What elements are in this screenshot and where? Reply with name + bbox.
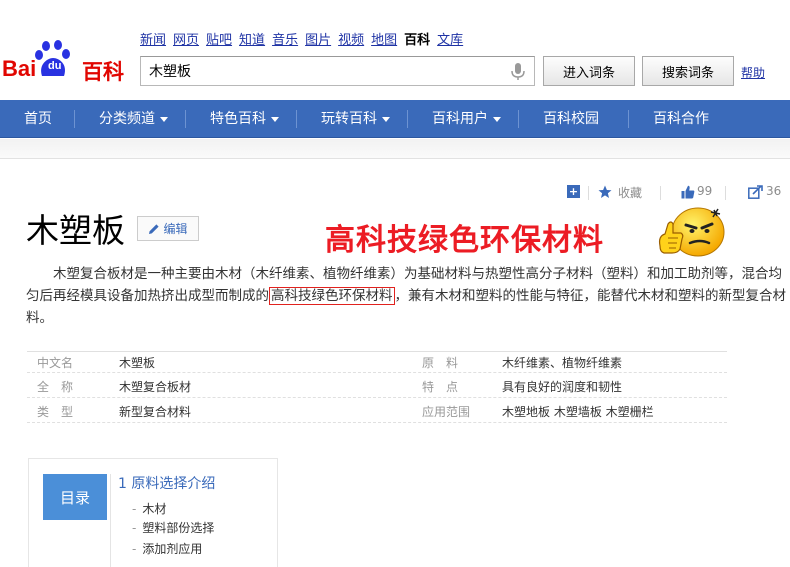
nav-link-zhidao[interactable]: 知道 xyxy=(239,29,265,48)
nav-link-web[interactable]: 网页 xyxy=(173,29,199,48)
navbar-divider xyxy=(628,110,629,128)
toc-item-label: 塑料部份选择 xyxy=(142,521,215,535)
microphone-icon[interactable] xyxy=(511,63,525,81)
info-row: 中文名 木塑板 原 料 木纤维素、植物纤维素 xyxy=(27,351,727,373)
navbar-divider xyxy=(296,110,297,128)
toc-item[interactable]: - 添加剂应用 xyxy=(132,540,202,557)
pencil-icon xyxy=(149,223,160,234)
toc-item-label: 添加剂应用 xyxy=(142,542,203,556)
share-count: 36 xyxy=(766,184,782,198)
main-navbar: 首页 分类频道 特色百科 玩转百科 百科用户 百科校园 百科合作 xyxy=(0,100,790,138)
info-key: 原 料 xyxy=(422,356,459,370)
sub-navbar xyxy=(0,139,790,159)
logo-text-du: du xyxy=(48,60,62,72)
navbar-item-label: 分类频道 xyxy=(99,111,155,127)
enter-entry-button[interactable]: 进入词条 xyxy=(543,56,635,86)
navbar-item-label: 首页 xyxy=(24,111,52,127)
star-icon[interactable] xyxy=(598,185,612,199)
navbar-item-cooperation[interactable]: 百科合作 xyxy=(653,100,709,138)
navbar-item-home[interactable]: 首页 xyxy=(24,100,52,138)
info-key: 应用范围 xyxy=(422,405,471,419)
nav-link-music[interactable]: 音乐 xyxy=(272,29,298,48)
bullet: - xyxy=(132,502,137,516)
navbar-item-campus[interactable]: 百科校园 xyxy=(543,100,599,138)
info-key: 全 称 xyxy=(37,380,74,394)
navbar-item-categories[interactable]: 分类频道 xyxy=(99,100,168,138)
search-entry-button[interactable]: 搜索词条 xyxy=(642,56,734,86)
product-nav: 新闻 网页 贴吧 知道 音乐 图片 视频 地图 百科 文库 xyxy=(140,29,463,48)
page-title: 木塑板 xyxy=(26,211,125,250)
baidu-baike-logo[interactable]: Bai du 百科 xyxy=(0,36,130,84)
toc-item-label: 木材 xyxy=(142,502,167,516)
like-count: 99 xyxy=(697,184,713,198)
toc-divider xyxy=(110,474,111,567)
info-value: 新型复合材料 xyxy=(119,405,192,419)
thumbs-up-icon[interactable] xyxy=(681,185,695,199)
navbar-item-label: 百科合作 xyxy=(653,111,709,127)
nav-link-map[interactable]: 地图 xyxy=(371,29,397,48)
info-row: 全 称 木塑复合板材 特 点 具有良好的润度和韧性 xyxy=(27,376,727,398)
thumbs-up-smiley-icon xyxy=(658,207,725,257)
toc-heading-link[interactable]: 1 原料选择介绍 xyxy=(118,473,215,493)
nav-link-wenku[interactable]: 文库 xyxy=(437,29,463,48)
tools-divider xyxy=(660,186,661,200)
help-link[interactable]: 帮助 xyxy=(741,64,765,81)
toc-item[interactable]: - 塑料部份选择 xyxy=(132,519,214,536)
navbar-divider xyxy=(74,110,75,128)
toc-item[interactable]: - 木材 xyxy=(132,500,166,517)
navbar-item-label: 特色百科 xyxy=(210,111,266,127)
nav-link-video[interactable]: 视频 xyxy=(338,29,364,48)
info-key: 特 点 xyxy=(422,380,459,394)
navbar-divider xyxy=(185,110,186,128)
edit-button[interactable]: 编辑 xyxy=(137,216,199,241)
navbar-item-users[interactable]: 百科用户 xyxy=(432,100,501,138)
bullet: - xyxy=(132,542,137,556)
nav-link-news[interactable]: 新闻 xyxy=(140,29,166,48)
logo-text-bai: Bai xyxy=(2,56,37,81)
search-input[interactable] xyxy=(141,57,501,85)
entry-summary: 木塑复合板材是一种主要由木材（木纤维素、植物纤维素）为基础材料与热塑性高分子材料… xyxy=(26,263,790,329)
nav-link-images[interactable]: 图片 xyxy=(305,29,331,48)
share-icon[interactable] xyxy=(748,185,763,199)
caret-down-icon xyxy=(382,116,390,122)
bullet: - xyxy=(132,521,137,535)
promo-banner-text: 高科技绿色环保材料 xyxy=(325,223,604,258)
toc-label: 目录 xyxy=(43,474,107,520)
info-value: 木塑地板 木塑墙板 木塑栅栏 xyxy=(502,405,654,419)
navbar-divider xyxy=(407,110,408,128)
search-box xyxy=(140,56,535,86)
tools-divider xyxy=(725,186,726,200)
caret-down-icon xyxy=(271,116,279,122)
navbar-item-label: 百科用户 xyxy=(432,111,488,127)
add-icon[interactable]: + xyxy=(567,185,580,198)
navbar-item-label: 百科校园 xyxy=(543,111,599,127)
caret-down-icon xyxy=(160,116,168,122)
summary-highlight: 高科技绿色环保材料 xyxy=(269,287,395,305)
info-value: 木塑复合板材 xyxy=(119,380,192,394)
info-row: 类 型 新型复合材料 应用范围 木塑地板 木塑墙板 木塑栅栏 xyxy=(27,401,727,423)
navbar-divider xyxy=(518,110,519,128)
nav-link-baike-current: 百科 xyxy=(404,33,431,48)
favorite-label[interactable]: 收藏 xyxy=(618,184,642,201)
info-value: 木纤维素、植物纤维素 xyxy=(502,356,623,370)
edit-label: 编辑 xyxy=(163,222,188,236)
info-value: 具有良好的润度和韧性 xyxy=(502,380,623,394)
info-key: 类 型 xyxy=(37,405,74,419)
info-value: 木塑板 xyxy=(119,356,156,370)
navbar-item-label: 玩转百科 xyxy=(321,111,377,127)
logo-text-baike: 百科 xyxy=(82,60,124,84)
info-key: 中文名 xyxy=(37,356,74,370)
tools-divider xyxy=(588,186,589,200)
caret-down-icon xyxy=(493,116,501,122)
nav-link-tieba[interactable]: 贴吧 xyxy=(206,29,232,48)
navbar-item-play[interactable]: 玩转百科 xyxy=(321,100,390,138)
navbar-item-featured[interactable]: 特色百科 xyxy=(210,100,279,138)
